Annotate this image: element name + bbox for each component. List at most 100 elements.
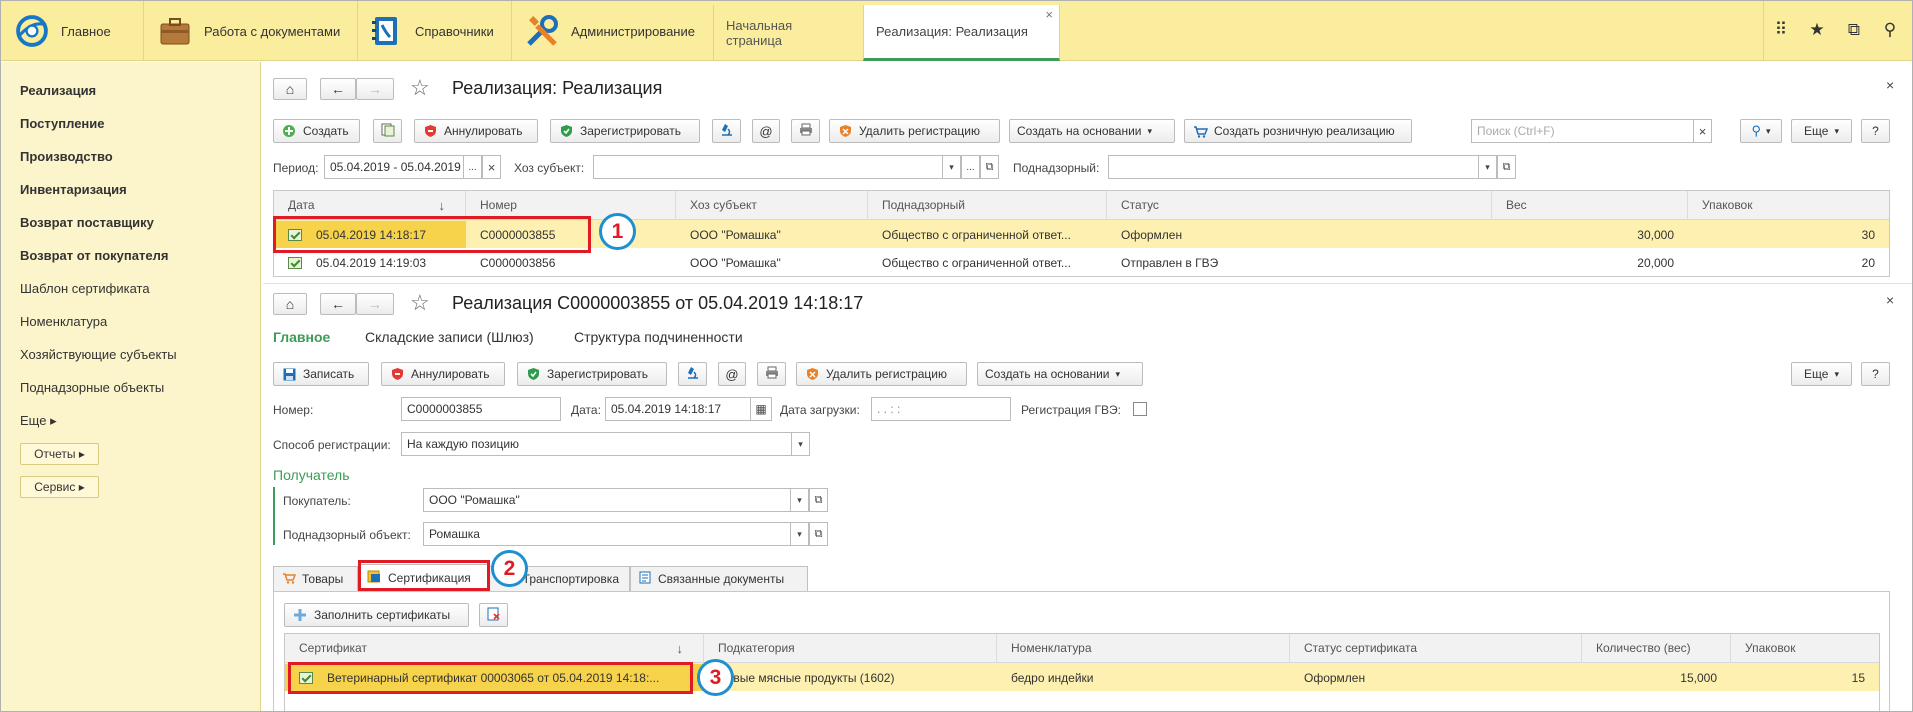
section-administration[interactable]: Администрирование (525, 1, 695, 61)
tab-goods[interactable]: Товары (273, 566, 358, 591)
calendar-icon[interactable]: ▦ (750, 397, 772, 421)
create-retail-button[interactable]: Создать розничную реализацию (1184, 119, 1412, 143)
more-button[interactable]: Еще ▾ (1791, 119, 1852, 143)
sidebar-item-cert-template[interactable]: Шаблон сертификата (20, 281, 150, 296)
create-button[interactable]: Создать (273, 119, 360, 143)
supervised-object-dropdown-button[interactable]: ▾ (790, 522, 809, 546)
delete-registration-button[interactable]: Удалить регистрацию (829, 119, 1000, 143)
register-button[interactable]: Зарегистрировать (517, 362, 667, 386)
reg-method-field[interactable]: На каждую позицию (401, 432, 792, 456)
column-header-packs[interactable]: Упаковок (1731, 634, 1879, 663)
date-field[interactable]: 05.04.2019 14:18:17 (605, 397, 751, 421)
favorite-star-icon[interactable]: ☆ (410, 290, 430, 316)
supervised-object-field[interactable]: Ромашка (423, 522, 791, 546)
more-button[interactable]: Еще ▾ (1791, 362, 1852, 386)
buyer-field[interactable]: ООО "Ромашка" (423, 488, 791, 512)
column-header-weight[interactable]: Вес (1492, 191, 1688, 220)
sidebar-item-realization[interactable]: Реализация (20, 83, 96, 98)
forward-button[interactable]: → (356, 78, 394, 100)
column-header-quantity[interactable]: Количество (вес) (1582, 634, 1731, 663)
sidebar-item-return-supplier[interactable]: Возврат поставщику (20, 215, 154, 230)
supervised-field[interactable] (1108, 155, 1479, 179)
apps-grid-icon[interactable]: ⠿ (1770, 19, 1792, 41)
column-header-packs[interactable]: Упаковок (1688, 191, 1889, 220)
favorite-star-icon[interactable]: ☆ (410, 75, 430, 101)
sidebar-item-subjects[interactable]: Хозяйствующие субъекты (20, 347, 177, 362)
search-input[interactable]: Поиск (Ctrl+F) (1471, 119, 1694, 143)
tab-related-docs[interactable]: Связанные документы (630, 566, 808, 591)
history-icon[interactable]: ⧉ (1843, 19, 1865, 41)
period-clear-button[interactable]: × (482, 155, 501, 179)
column-header-nomenclature[interactable]: Номенклатура (997, 634, 1290, 663)
section-documents[interactable]: Работа с документами (158, 1, 340, 61)
microscope-button[interactable] (712, 119, 741, 143)
delete-certificate-button[interactable] (479, 603, 508, 627)
copy-doc-button[interactable] (373, 119, 402, 143)
email-button[interactable]: @ (718, 362, 746, 386)
supervised-open-button[interactable]: ⧉ (1497, 155, 1516, 179)
tab-main[interactable]: Главное (273, 329, 330, 345)
subject-field[interactable] (593, 155, 943, 179)
annul-button[interactable]: Аннулировать (381, 362, 505, 386)
search-mode-button[interactable]: ⚲ ▾ (1740, 119, 1782, 143)
subject-select-button[interactable]: ... (961, 155, 980, 179)
column-header-subject[interactable]: Хоз субъект (676, 191, 868, 220)
section-directories[interactable]: Справочники (369, 1, 494, 61)
sidebar-item-nomenclature[interactable]: Номенклатура (20, 314, 107, 329)
register-button[interactable]: Зарегистрировать (550, 119, 700, 143)
reg-method-dropdown-button[interactable]: ▾ (791, 432, 810, 456)
sidebar-item-more[interactable]: Еще ▸ (20, 413, 57, 429)
period-select-button[interactable]: ... (463, 155, 482, 179)
create-basis-button[interactable]: Создать на основании ▾ (1009, 119, 1175, 143)
column-header-cert-status[interactable]: Статус сертификата (1290, 634, 1582, 663)
create-basis-button[interactable]: Создать на основании ▾ (977, 362, 1143, 386)
supervised-dropdown-button[interactable]: ▾ (1478, 155, 1497, 179)
search-icon[interactable]: ⚲ (1879, 19, 1901, 41)
tab-realization[interactable]: Реализация: Реализация × (863, 5, 1060, 61)
forward-button[interactable]: → (356, 293, 394, 315)
tab-warehouse-records[interactable]: Складские записи (Шлюз) (365, 329, 534, 345)
star-icon[interactable]: ★ (1806, 19, 1828, 41)
annul-button[interactable]: Аннулировать (414, 119, 538, 143)
doc-form-close-icon[interactable]: × (1886, 292, 1894, 308)
back-button[interactable]: ← (320, 78, 356, 100)
service-button[interactable]: Сервис ▸ (20, 476, 99, 498)
tab-close-icon[interactable]: × (1045, 7, 1053, 22)
print-button[interactable] (757, 362, 786, 386)
sidebar-item-receipt[interactable]: Поступление (20, 116, 105, 131)
period-field[interactable]: 05.04.2019 - 05.04.2019 (324, 155, 464, 179)
fill-certificates-button[interactable]: Заполнить сертификаты (284, 603, 469, 627)
sidebar-item-supervised[interactable]: Поднадзорные объекты (20, 380, 164, 395)
email-button[interactable]: @ (752, 119, 780, 143)
number-field[interactable]: С0000003855 (401, 397, 561, 421)
buyer-dropdown-button[interactable]: ▾ (790, 488, 809, 512)
sidebar-item-production[interactable]: Производство (20, 149, 113, 164)
tab-start-page[interactable]: Начальная страница (713, 5, 863, 61)
delete-registration-button[interactable]: Удалить регистрацию (796, 362, 967, 386)
sidebar-item-return-buyer[interactable]: Возврат от покупателя (20, 248, 168, 263)
sidebar-item-inventory[interactable]: Инвентаризация (20, 182, 127, 197)
help-button[interactable]: ? (1861, 119, 1890, 143)
supervised-object-open-button[interactable]: ⧉ (809, 522, 828, 546)
gve-registration-checkbox[interactable] (1133, 402, 1147, 416)
search-clear-icon[interactable]: × (1693, 119, 1712, 143)
save-button[interactable]: Записать (273, 362, 369, 386)
subject-open-button[interactable]: ⧉ (980, 155, 999, 179)
buyer-open-button[interactable]: ⧉ (809, 488, 828, 512)
column-header-status[interactable]: Статус (1107, 191, 1492, 220)
home-button[interactable]: ⌂ (273, 293, 307, 315)
list-form-close-icon[interactable]: × (1886, 77, 1894, 93)
tab-subordination[interactable]: Структура подчиненности (574, 329, 743, 345)
column-header-certificate[interactable]: Сертификат ↓ (285, 634, 704, 663)
home-button[interactable]: ⌂ (273, 78, 307, 100)
back-button[interactable]: ← (320, 293, 356, 315)
reports-button[interactable]: Отчеты ▸ (20, 443, 99, 465)
subject-dropdown-button[interactable]: ▾ (942, 155, 961, 179)
load-date-field[interactable]: . . : : (871, 397, 1011, 421)
microscope-button[interactable] (678, 362, 707, 386)
help-button[interactable]: ? (1861, 362, 1890, 386)
print-button[interactable] (791, 119, 820, 143)
section-main[interactable]: Главное (15, 1, 111, 61)
table-row-date[interactable]: 05.04.2019 14:19:03 (274, 249, 466, 276)
column-header-subcategory[interactable]: Подкатегория (704, 634, 997, 663)
